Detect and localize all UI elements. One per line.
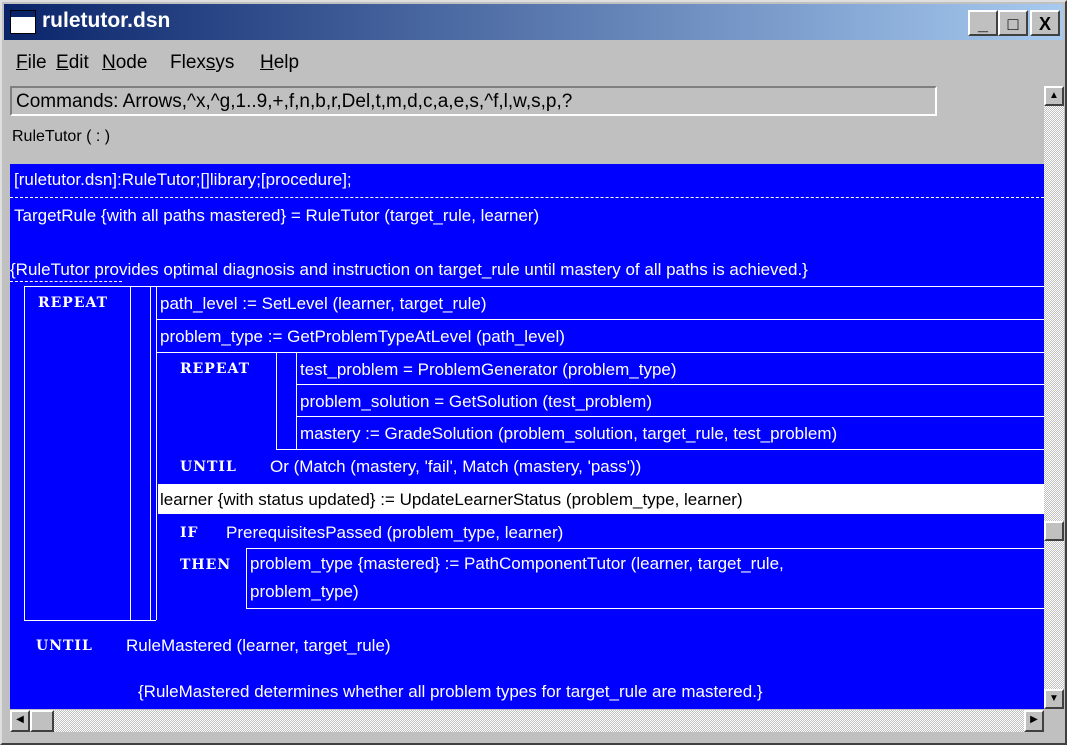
title-bar[interactable]: ruletutor.dsn _ □ X [4, 4, 1063, 40]
inner-until-condition[interactable]: Or (Match (mastery, 'fail', Match (maste… [270, 457, 641, 477]
test-problem-line[interactable]: test_problem = ProblemGenerator (problem… [300, 360, 677, 380]
procedure-label: RuleTutor ( : ) [12, 128, 111, 145]
scroll-left-arrow-icon[interactable]: ◀ [10, 710, 30, 732]
signature-line[interactable]: TargetRule {with all paths mastered} = R… [14, 206, 539, 226]
outer-block-left [24, 286, 25, 620]
if-condition[interactable]: PrerequisitesPassed (problem_type, learn… [226, 523, 563, 543]
menu-bar: File Edit Node Flexsys Help [4, 42, 1063, 82]
then-block-top [246, 548, 1044, 549]
scroll-thumb[interactable] [1044, 521, 1064, 541]
path-level-line[interactable]: path_level := SetLevel (learner, target_… [160, 294, 487, 314]
then-line-2[interactable]: problem_type) [250, 582, 359, 602]
repeat-keyword[interactable]: REPEAT [38, 295, 108, 311]
close-button[interactable]: X [1030, 10, 1060, 36]
scroll-right-arrow-icon[interactable]: ▶ [1024, 710, 1044, 732]
outer-block-bottom [24, 620, 156, 621]
then-keyword[interactable]: THEN [180, 557, 231, 573]
until-condition[interactable]: RuleMastered (learner, target_rule) [126, 636, 391, 656]
until-keyword[interactable]: UNTIL [36, 638, 93, 654]
scroll-down-arrow-icon[interactable]: ▼ [1044, 689, 1064, 709]
comment-top[interactable]: {RuleTutor provides optimal diagnosis an… [10, 260, 808, 280]
divider [296, 416, 1044, 417]
header-separator [10, 197, 1044, 198]
problem-type-line[interactable]: problem_type := GetProblemTypeAtLevel (p… [160, 327, 565, 347]
divider [296, 384, 1044, 385]
if-keyword[interactable]: IF [180, 525, 199, 541]
commands-bar: Commands: Arrows,^x,^g,1..9,+,f,n,b,r,De… [10, 86, 937, 116]
mastery-line[interactable]: mastery := GradeSolution (problem_soluti… [300, 424, 837, 444]
learner-status-line[interactable]: learner {with status updated} := UpdateL… [160, 490, 743, 510]
outer-kw-divider [130, 286, 131, 620]
outer-block-top [24, 286, 1044, 287]
comment-bottom[interactable]: {RuleMastered determines whether all pro… [138, 682, 763, 702]
comment-underline [10, 281, 122, 282]
hscroll-thumb[interactable] [30, 710, 54, 732]
application-window: ruletutor.dsn _ □ X File Edit Node Flexs… [0, 0, 1067, 745]
scroll-up-arrow-icon[interactable]: ▲ [1044, 86, 1064, 106]
then-block-left [246, 548, 247, 608]
inner-repeat-keyword[interactable]: REPEAT [180, 361, 250, 377]
header-line[interactable]: [ruletutor.dsn]:RuleTutor;[]library;[pro… [14, 170, 352, 190]
outer-body-left-b [156, 286, 157, 620]
minimize-button[interactable]: _ [968, 10, 998, 36]
menu-help[interactable]: Help [260, 52, 299, 74]
problem-solution-line[interactable]: problem_solution = GetSolution (test_pro… [300, 392, 652, 412]
outer-body-left-a [150, 286, 151, 620]
then-line-1[interactable]: problem_type {mastered} := PathComponent… [250, 554, 784, 574]
size-grip-icon[interactable] [1044, 710, 1064, 732]
maximize-button[interactable]: □ [998, 10, 1028, 36]
divider [156, 319, 1044, 320]
menu-flexsys[interactable]: Flexsys [170, 52, 234, 74]
inner-kw-divider [276, 352, 277, 449]
divider [156, 352, 1044, 353]
then-block-bottom [246, 608, 1044, 609]
menu-file[interactable]: File [16, 52, 47, 74]
code-editor[interactable]: [ruletutor.dsn]:RuleTutor;[]library;[pro… [10, 164, 1044, 709]
inner-body-left [296, 352, 297, 449]
inner-until-keyword[interactable]: UNTIL [180, 459, 237, 475]
horizontal-scrollbar[interactable]: ◀ ▶ [10, 710, 1044, 732]
menu-node[interactable]: Node [102, 52, 147, 74]
document-icon [10, 10, 36, 34]
vertical-scrollbar[interactable]: ▲ ▼ [1044, 86, 1064, 709]
inner-block-bottom [276, 449, 1044, 450]
menu-edit[interactable]: Edit [56, 52, 89, 74]
window-title: ruletutor.dsn [42, 9, 171, 32]
